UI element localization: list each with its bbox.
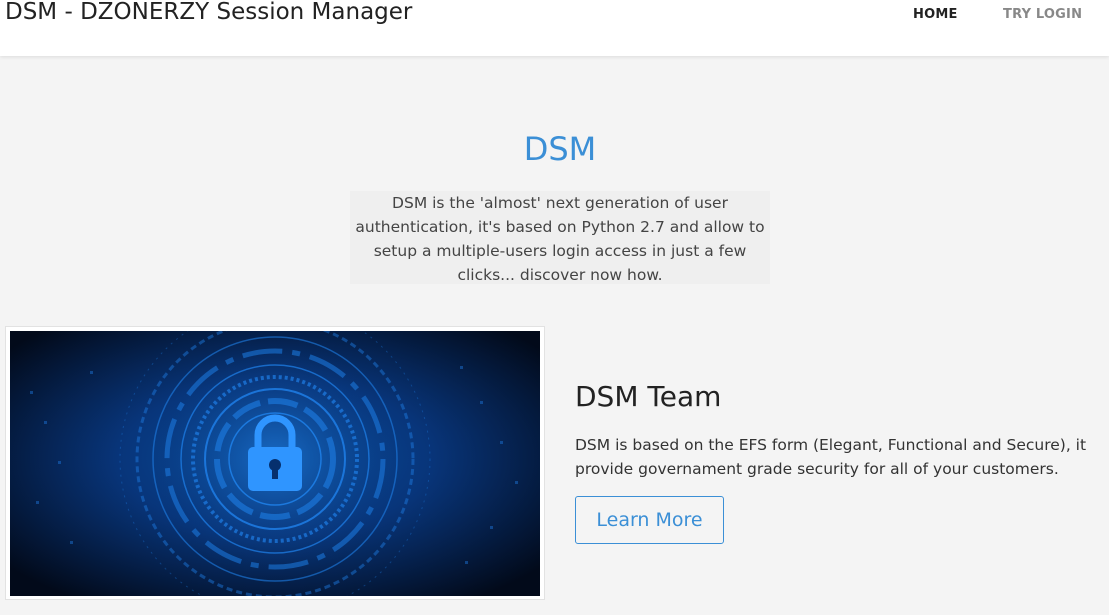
hero-description: DSM is the 'almost' next generation of u… xyxy=(350,191,770,284)
security-padlock-image xyxy=(10,331,540,596)
site-brand[interactable]: DSM - DZONERZY Session Manager xyxy=(5,0,412,25)
top-navbar: DSM - DZONERZY Session Manager HOME TRY … xyxy=(0,0,1109,56)
learn-more-button[interactable]: Learn More xyxy=(575,496,724,544)
feature-description: DSM is based on the EFS form (Elegant, F… xyxy=(575,436,1087,478)
hero-title: DSM xyxy=(523,130,597,168)
nav-link-home[interactable]: HOME xyxy=(913,7,958,22)
feature-title: DSM Team xyxy=(575,380,722,413)
security-image-card xyxy=(5,326,545,600)
nav-link-try-login[interactable]: TRY LOGIN xyxy=(1003,7,1082,22)
